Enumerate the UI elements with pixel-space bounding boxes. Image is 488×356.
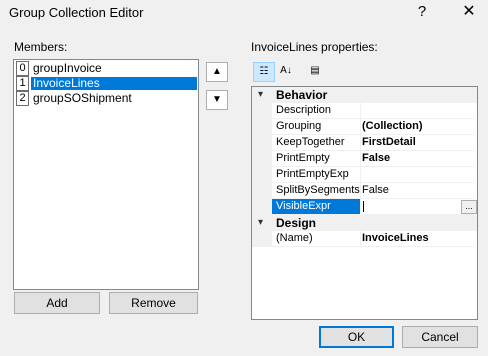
category-row-behavior[interactable]: ▾ Behavior <box>252 87 477 103</box>
property-row-selected[interactable]: VisibleExpr ... <box>252 199 477 215</box>
property-row[interactable]: PrintEmpty False <box>252 151 477 167</box>
property-value[interactable]: FirstDetail <box>361 135 474 151</box>
property-row[interactable]: Grouping (Collection) <box>252 119 477 135</box>
property-toolbar: ☷ A↓ ▤ <box>251 60 327 82</box>
ellipsis-button[interactable]: ... <box>461 200 477 214</box>
arrow-down-icon: ▼ <box>212 94 222 105</box>
property-value[interactable]: InvoiceLines <box>361 231 474 247</box>
property-grid[interactable]: ▾ Behavior Description Grouping (Collect… <box>251 86 478 320</box>
cancel-button[interactable]: Cancel <box>402 326 478 348</box>
property-name: VisibleExpr <box>272 199 361 215</box>
close-button[interactable]: ✕ <box>456 2 482 24</box>
collapse-icon[interactable]: ▾ <box>258 215 263 231</box>
members-label: Members: <box>14 40 68 54</box>
property-row[interactable]: SplitBySegments False <box>252 183 477 199</box>
property-value[interactable] <box>361 103 474 119</box>
property-row[interactable]: PrintEmptyExp <box>252 167 477 183</box>
property-value-editor[interactable] <box>361 199 474 215</box>
member-index: 2 <box>16 91 29 106</box>
property-name: PrintEmpty <box>272 151 361 167</box>
move-down-button[interactable]: ▼ <box>206 90 228 110</box>
property-value[interactable]: False <box>361 151 474 167</box>
category-name: Design <box>276 216 317 230</box>
categorized-icon[interactable]: ☷ <box>253 62 275 82</box>
member-item[interactable]: 1 InvoiceLines <box>15 76 197 91</box>
member-index: 0 <box>16 61 29 76</box>
member-index: 1 <box>16 76 29 91</box>
title-bar: Group Collection Editor ? ✕ <box>0 0 488 26</box>
member-name: InvoiceLines <box>31 77 197 90</box>
member-name: groupSOShipment <box>33 91 132 105</box>
member-name: groupInvoice <box>33 61 102 75</box>
window-title: Group Collection Editor <box>9 5 144 20</box>
category-name: Behavior <box>276 88 328 102</box>
property-pages-icon[interactable]: ▤ <box>305 62 325 80</box>
members-list[interactable]: 0 groupInvoice 1 InvoiceLines 2 groupSOS… <box>13 59 199 290</box>
text-cursor <box>363 201 364 212</box>
properties-label: InvoiceLines properties: <box>251 40 378 54</box>
category-row-design[interactable]: ▾ Design <box>252 215 477 231</box>
move-up-button[interactable]: ▲ <box>206 62 228 82</box>
member-item[interactable]: 2 groupSOShipment <box>15 91 197 106</box>
property-name: PrintEmptyExp <box>272 167 361 183</box>
property-row[interactable]: KeepTogether FirstDetail <box>252 135 477 151</box>
alphabetical-icon[interactable]: A↓ <box>276 62 296 80</box>
property-value[interactable] <box>361 167 474 183</box>
property-value[interactable]: (Collection) <box>361 119 474 135</box>
arrow-up-icon: ▲ <box>212 66 222 77</box>
property-row[interactable]: (Name) InvoiceLines <box>252 231 477 247</box>
remove-button[interactable]: Remove <box>109 292 198 314</box>
property-name: KeepTogether <box>272 135 361 151</box>
ok-button[interactable]: OK <box>319 326 394 348</box>
property-name: SplitBySegments <box>272 183 361 199</box>
property-row[interactable]: Description <box>252 103 477 119</box>
collapse-icon[interactable]: ▾ <box>258 87 263 103</box>
property-value[interactable]: False <box>361 183 474 199</box>
help-button[interactable]: ? <box>410 2 434 24</box>
property-name: (Name) <box>272 231 361 247</box>
property-name: Grouping <box>272 119 361 135</box>
add-button[interactable]: Add <box>14 292 100 314</box>
member-item[interactable]: 0 groupInvoice <box>15 61 197 76</box>
property-name: Description <box>272 103 361 119</box>
